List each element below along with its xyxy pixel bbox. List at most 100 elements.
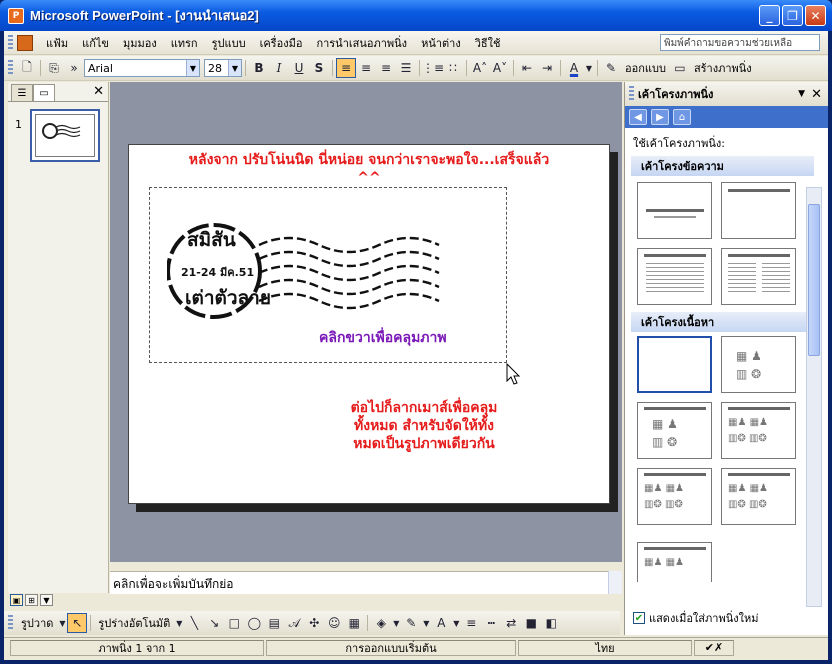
horizontal-scrollbar[interactable] bbox=[110, 562, 622, 571]
bullets-icon[interactable]: ∷ bbox=[443, 58, 463, 78]
font-color-icon[interactable]: A bbox=[431, 613, 451, 633]
layout-blank[interactable] bbox=[637, 336, 712, 393]
oval-icon[interactable]: ◯ bbox=[244, 613, 264, 633]
chevron-down-icon[interactable]: ▼ bbox=[186, 60, 199, 76]
arrow-style-icon[interactable]: ⇄ bbox=[501, 613, 521, 633]
grip-icon[interactable] bbox=[8, 60, 13, 76]
layout-two-column-text[interactable] bbox=[721, 248, 796, 305]
restore-button[interactable]: ❐ bbox=[782, 5, 803, 26]
new-file-icon[interactable]: 🗋 bbox=[17, 58, 37, 78]
layout-content-four[interactable]: ▦♟ ▦♟ ▥❂ ▥❂ bbox=[637, 468, 712, 525]
wordart-icon[interactable]: 𝒜 bbox=[284, 613, 304, 633]
align-left-icon[interactable]: ≡ bbox=[336, 58, 356, 78]
layout-content-four-alt[interactable]: ▦♟ ▦♟ ▥❂ ▥❂ bbox=[721, 468, 796, 525]
numbering-icon[interactable]: ⋮≡ bbox=[422, 58, 444, 78]
overflow-icon[interactable]: » bbox=[64, 58, 84, 78]
align-right-icon[interactable]: ≡ bbox=[376, 58, 396, 78]
font-select[interactable]: Arial ▼ bbox=[84, 59, 200, 77]
home-icon[interactable]: ⌂ bbox=[673, 109, 691, 125]
grip-icon[interactable] bbox=[8, 615, 13, 631]
justify-icon[interactable]: ☰ bbox=[396, 58, 416, 78]
new-slide-button[interactable]: สร้างภาพนิ่ง bbox=[690, 59, 756, 77]
chevron-down-icon[interactable]: ▼ bbox=[421, 613, 431, 633]
menu-tools[interactable]: เครื่องมือ bbox=[253, 34, 310, 52]
copy-icon[interactable]: ⎘ bbox=[44, 58, 64, 78]
chevron-down-icon[interactable]: ▼ bbox=[174, 613, 184, 633]
minimize-button[interactable]: _ bbox=[759, 5, 780, 26]
normal-view-icon[interactable]: ▣ bbox=[10, 594, 23, 606]
design-button[interactable]: ออกแบบ bbox=[621, 59, 670, 77]
layout-title-content[interactable]: ▦ ♟ ▥ ❂ bbox=[637, 402, 712, 459]
3d-style-icon[interactable]: ◧ bbox=[541, 613, 561, 633]
grip-icon[interactable] bbox=[629, 86, 634, 102]
chevron-down-icon[interactable]: ▼ bbox=[228, 60, 241, 76]
chevron-down-icon[interactable]: ▼ bbox=[584, 58, 594, 78]
forward-icon[interactable]: ▶ bbox=[651, 109, 669, 125]
chevron-down-icon[interactable]: ▼ bbox=[792, 89, 811, 99]
slide-editing-area[interactable]: หลังจาก ปรับโน่นนิด นี่หน่อย จนกว่าเราจะ… bbox=[110, 82, 622, 562]
task-pane-scrollbar[interactable] bbox=[806, 187, 822, 607]
shadow-style-icon[interactable]: ■ bbox=[521, 613, 541, 633]
italic-icon[interactable]: I bbox=[269, 58, 289, 78]
rectangle-icon[interactable]: □ bbox=[224, 613, 244, 633]
spelling-icon[interactable]: ✔✗ bbox=[694, 639, 734, 656]
align-center-icon[interactable]: ≡ bbox=[356, 58, 376, 78]
design-icon[interactable]: ✎ bbox=[601, 58, 621, 78]
chevron-down-icon[interactable]: ▼ bbox=[451, 613, 461, 633]
slide-canvas[interactable]: หลังจาก ปรับโน่นนิด นี่หน่อย จนกว่าเราจะ… bbox=[128, 144, 610, 504]
close-icon[interactable]: ✕ bbox=[93, 84, 104, 99]
underline-icon[interactable]: U bbox=[289, 58, 309, 78]
document-icon[interactable] bbox=[17, 34, 33, 51]
title-bar[interactable]: P Microsoft PowerPoint - [งานนำเสนอ2] _ … bbox=[0, 0, 832, 31]
layout-partial[interactable]: ▦♟ ▦♟ bbox=[637, 542, 712, 582]
scrollbar-thumb[interactable] bbox=[808, 204, 820, 356]
autoshapes-menu[interactable]: รูปร่างอัตโนมัติ bbox=[94, 614, 174, 632]
dash-style-icon[interactable]: ┅ bbox=[481, 613, 501, 633]
picture-icon[interactable]: ▦ bbox=[344, 613, 364, 633]
menu-help[interactable]: วิธีใช้ bbox=[468, 34, 508, 52]
menu-view[interactable]: มุมมอง bbox=[116, 34, 164, 52]
checkbox-checked-icon[interactable]: ✔ bbox=[633, 612, 645, 624]
back-icon[interactable]: ◀ bbox=[629, 109, 647, 125]
line-icon[interactable]: ╲ bbox=[184, 613, 204, 633]
font-size-select[interactable]: 28 ▼ bbox=[204, 59, 242, 77]
close-icon[interactable]: ✕ bbox=[811, 87, 828, 102]
help-search-input[interactable]: พิมพ์คำถามขอความช่วยเหลือ bbox=[660, 34, 820, 51]
notes-pane[interactable]: คลิกเพื่อจะเพิ่มบันทึกย่อ bbox=[110, 571, 622, 594]
layout-title-only[interactable] bbox=[721, 182, 796, 239]
notes-scrollbar[interactable] bbox=[608, 571, 622, 594]
increase-indent-icon[interactable]: ⇥ bbox=[537, 58, 557, 78]
select-objects-icon[interactable]: ↖ bbox=[67, 613, 88, 633]
show-on-insert-option[interactable]: ✔ แสดงเมื่อใส่ภาพนิ่งใหม่ bbox=[633, 609, 758, 627]
menu-format[interactable]: รูปแบบ bbox=[205, 34, 253, 52]
layout-content[interactable]: ▦ ♟ ▥ ❂ bbox=[721, 336, 796, 393]
chevron-down-icon[interactable]: ▼ bbox=[57, 613, 67, 633]
tab-slides[interactable]: ▭ bbox=[33, 84, 55, 101]
menu-slideshow[interactable]: การนำเสนอภาพนิ่ง bbox=[309, 34, 414, 52]
bold-icon[interactable]: B bbox=[249, 58, 269, 78]
close-button[interactable]: ✕ bbox=[805, 5, 826, 26]
layout-title-slide[interactable] bbox=[637, 182, 712, 239]
font-color-icon[interactable]: A bbox=[564, 58, 584, 78]
slide-thumbnail[interactable] bbox=[30, 109, 100, 162]
menu-edit[interactable]: แก้ไข bbox=[75, 34, 116, 52]
clipart-icon[interactable]: ☺ bbox=[324, 613, 344, 633]
shrink-font-icon[interactable]: A˅ bbox=[490, 58, 510, 78]
sorter-view-icon[interactable]: ⊞ bbox=[25, 594, 38, 606]
slideshow-view-icon[interactable]: ▼ bbox=[40, 594, 53, 606]
grow-font-icon[interactable]: A˄ bbox=[470, 58, 490, 78]
arrow-icon[interactable]: ↘ bbox=[204, 613, 224, 633]
menu-file[interactable]: แฟ้ม bbox=[39, 34, 75, 52]
fill-color-icon[interactable]: ◈ bbox=[371, 613, 391, 633]
line-color-icon[interactable]: ✎ bbox=[401, 613, 421, 633]
menu-window[interactable]: หน้าต่าง bbox=[414, 34, 468, 52]
tab-outline[interactable]: ☰ bbox=[11, 84, 33, 101]
textbox-icon[interactable]: ▤ bbox=[264, 613, 284, 633]
chevron-down-icon[interactable]: ▼ bbox=[391, 613, 401, 633]
draw-menu[interactable]: รูปวาด bbox=[17, 614, 57, 632]
menu-insert[interactable]: แทรก bbox=[164, 34, 205, 52]
diagram-icon[interactable]: ✣ bbox=[304, 613, 324, 633]
decrease-indent-icon[interactable]: ⇤ bbox=[517, 58, 537, 78]
shadow-icon[interactable]: S bbox=[309, 58, 329, 78]
layout-title-text[interactable] bbox=[637, 248, 712, 305]
